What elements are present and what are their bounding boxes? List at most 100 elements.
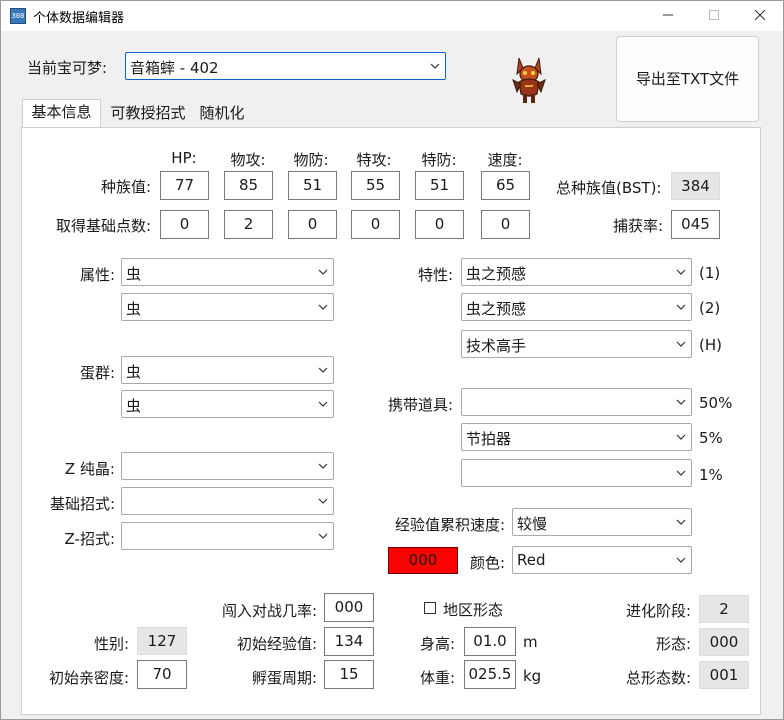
gender-label: 性别: <box>93 635 129 653</box>
stat-header-spd: 特防: <box>421 151 457 169</box>
base-stats-label: 种族值: <box>100 178 151 196</box>
ev-spa-field[interactable]: 0 <box>351 210 400 239</box>
ability-hidden-select[interactable]: 技术高手 <box>461 330 692 358</box>
chevron-down-icon <box>676 557 686 563</box>
exp-growth-value: 较慢 <box>517 515 548 533</box>
base-move-select[interactable] <box>121 487 334 515</box>
form-count-label: 总形态数: <box>625 669 691 687</box>
ability1-select[interactable]: 虫之预感 <box>461 258 692 286</box>
catch-rate-label: 捕获率: <box>612 217 663 235</box>
close-icon <box>754 9 766 21</box>
base-atk-field[interactable]: 85 <box>224 171 273 200</box>
height-unit: m <box>523 633 538 651</box>
evo-stage-label: 进化阶段: <box>625 602 691 620</box>
ev-def-field[interactable]: 0 <box>288 210 337 239</box>
ability-hidden-value: 技术高手 <box>466 337 527 355</box>
tab-randomize[interactable]: 随机化 <box>194 101 250 128</box>
base-spd-field[interactable]: 51 <box>415 171 464 200</box>
type-label: 属性: <box>79 266 115 284</box>
tab-basic-info[interactable]: 基本信息 <box>22 99 101 127</box>
color-select[interactable]: Red <box>512 546 692 574</box>
chevron-down-icon <box>430 63 440 69</box>
held-item3-rate: 1% <box>699 466 723 484</box>
stat-header-hp: HP: <box>171 149 197 167</box>
tab-teachable-moves[interactable]: 可教授招式 <box>103 101 193 128</box>
held-item3-select[interactable] <box>461 459 692 487</box>
exp-growth-select[interactable]: 较慢 <box>512 508 692 536</box>
chevron-down-icon <box>676 304 686 310</box>
chevron-down-icon <box>318 463 328 469</box>
base-spe-field[interactable]: 65 <box>481 171 530 200</box>
hatch-cycles-label: 孵蛋周期: <box>251 669 317 687</box>
pokemon-select[interactable]: 音箱蟀 - 402 <box>125 52 446 80</box>
form-label: 形态: <box>655 635 691 653</box>
ability2-select[interactable]: 虫之预感 <box>461 293 692 321</box>
minimize-button[interactable] <box>645 1 691 31</box>
held-item2-value: 节拍器 <box>466 430 512 448</box>
base-spa-field[interactable]: 55 <box>351 171 400 200</box>
chevron-down-icon <box>318 533 328 539</box>
export-txt-button[interactable]: 导出至TXT文件 <box>616 36 759 122</box>
regional-form-label: 地区形态 <box>443 601 504 619</box>
ability1-value: 虫之预感 <box>466 265 527 283</box>
bst-value: 384 <box>671 172 720 200</box>
app-icon: 308 <box>10 8 26 24</box>
held-item2-rate: 5% <box>699 429 723 447</box>
ability2-slot: (2) <box>699 299 721 317</box>
current-pokemon-label: 当前宝可梦: <box>27 59 108 77</box>
color-value: Red <box>517 551 546 569</box>
type1-value: 虫 <box>126 265 142 283</box>
height-field[interactable]: 01.0 <box>464 627 516 656</box>
egg-group2-value: 虫 <box>126 397 142 415</box>
regional-form-checkbox[interactable] <box>424 602 436 614</box>
ev-hp-field[interactable]: 0 <box>160 210 209 239</box>
base-move-label: 基础招式: <box>49 495 115 513</box>
hatch-cycles-field[interactable]: 15 <box>324 660 374 689</box>
chevron-down-icon <box>676 269 686 275</box>
encounter-rate-label: 闯入对战几率: <box>221 602 317 620</box>
chevron-down-icon <box>676 434 686 440</box>
ev-atk-field[interactable]: 2 <box>224 210 273 239</box>
close-button[interactable] <box>737 1 783 31</box>
weight-label: 体重: <box>419 669 455 687</box>
weight-unit: kg <box>523 667 542 685</box>
maximize-button[interactable] <box>691 1 737 31</box>
bst-label: 总种族值(BST): <box>556 179 662 197</box>
base-exp-field[interactable]: 134 <box>324 627 374 656</box>
held-item1-rate: 50% <box>699 394 733 412</box>
base-def-field[interactable]: 51 <box>288 171 337 200</box>
base-hp-field[interactable]: 77 <box>160 171 209 200</box>
ev-yield-label: 取得基础点数: <box>55 217 151 235</box>
chevron-down-icon <box>318 304 328 310</box>
ev-spd-field[interactable]: 0 <box>415 210 464 239</box>
stat-header-atk: 物攻: <box>230 151 266 169</box>
chevron-down-icon <box>676 399 686 405</box>
egg-group2-select[interactable]: 虫 <box>121 390 334 418</box>
held-item1-select[interactable] <box>461 388 692 416</box>
weight-field[interactable]: 025.5 <box>464 660 516 689</box>
minimize-icon <box>663 14 673 16</box>
ev-spe-field[interactable]: 0 <box>481 210 530 239</box>
type2-select[interactable]: 虫 <box>121 293 334 321</box>
color-label: 颜色: <box>469 554 505 572</box>
height-label: 身高: <box>419 635 455 653</box>
type1-select[interactable]: 虫 <box>121 258 334 286</box>
evo-stage-value: 2 <box>699 595 749 623</box>
z-crystal-label: Z 纯晶: <box>64 460 115 478</box>
egg-group1-select[interactable]: 虫 <box>121 356 334 384</box>
stat-header-spa: 特攻: <box>356 151 392 169</box>
stat-header-def: 物防: <box>293 151 329 169</box>
ability1-slot: (1) <box>699 264 721 282</box>
encounter-rate-field[interactable]: 000 <box>324 593 374 622</box>
z-crystal-select[interactable] <box>121 452 334 480</box>
held-item-label: 携带道具: <box>387 396 453 414</box>
z-move-select[interactable] <box>121 522 334 550</box>
egg-group-label: 蛋群: <box>79 364 115 382</box>
held-item2-select[interactable]: 节拍器 <box>461 423 692 451</box>
catch-rate-field[interactable]: 045 <box>671 210 720 239</box>
chevron-down-icon <box>318 401 328 407</box>
stat-header-spe: 速度: <box>487 151 523 169</box>
base-friendship-label: 初始亲密度: <box>48 669 129 687</box>
color-swatch[interactable]: 000 <box>388 547 458 574</box>
base-friendship-field[interactable]: 70 <box>137 660 187 689</box>
